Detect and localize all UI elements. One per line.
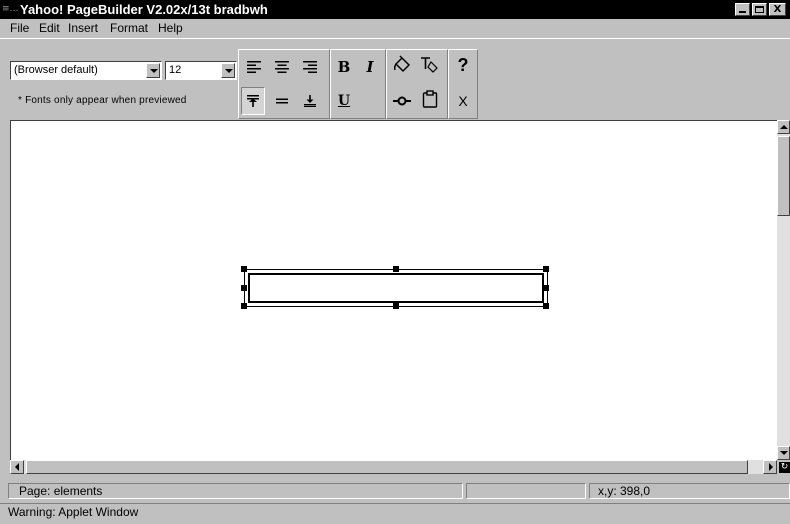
italic-button[interactable]: I	[359, 56, 381, 78]
menu-insert[interactable]: Insert	[68, 21, 98, 36]
resize-handle-top-left[interactable]	[241, 266, 247, 272]
title-bar[interactable]: ≡… Yahoo! PageBuilder V2.02x/13t bradbwh…	[0, 0, 790, 19]
resize-handle-top-right[interactable]	[543, 266, 549, 272]
align-top-button[interactable]	[242, 90, 264, 112]
scroll-down-button[interactable]	[777, 446, 790, 460]
text-style-group: B I U	[330, 49, 386, 119]
scroll-right-button[interactable]	[763, 460, 777, 474]
bold-button[interactable]: B	[333, 56, 355, 78]
paint-bucket-button[interactable]	[391, 54, 413, 76]
status-coordinates: x,y: 398,0	[589, 483, 790, 499]
horizontal-scroll-thumb[interactable]	[26, 460, 748, 474]
font-select-value: (Browser default)	[14, 64, 98, 76]
scroll-left-button[interactable]	[10, 460, 24, 474]
resize-handle-bottom-left[interactable]	[241, 303, 247, 309]
minimize-icon	[739, 11, 746, 13]
resize-handle-left[interactable]	[241, 285, 247, 291]
window-title: Yahoo! PageBuilder V2.02x/13t bradbwh	[20, 2, 268, 17]
status-page: Page: elements	[8, 483, 463, 499]
alignment-group	[238, 49, 330, 119]
align-middle-button[interactable]	[271, 90, 293, 112]
applet-warning: Warning: Applet Window	[0, 503, 790, 524]
vertical-scroll-thumb[interactable]	[777, 136, 790, 216]
minimize-button[interactable]	[735, 3, 750, 16]
close-toolbar-button[interactable]: X	[452, 90, 474, 112]
resize-handle-top[interactable]	[393, 266, 399, 272]
status-bar: Page: elements x,y: 398,0	[0, 482, 790, 500]
align-right-icon	[303, 61, 317, 73]
help-button[interactable]: ?	[452, 54, 474, 76]
chevron-down-icon[interactable]	[221, 63, 235, 78]
status-middle	[466, 483, 586, 499]
resize-handle-bottom-right[interactable]	[543, 303, 549, 309]
maximize-icon	[755, 6, 764, 13]
clipboard-icon	[422, 90, 438, 108]
align-bottom-button[interactable]	[299, 90, 321, 112]
applet-window-icon: ≡…	[2, 4, 19, 14]
menu-bar: File Edit Insert Format Help	[0, 19, 790, 38]
text-color-button[interactable]	[419, 54, 441, 76]
align-left-icon	[247, 61, 261, 73]
align-middle-icon	[276, 98, 288, 104]
paste-button[interactable]	[419, 88, 441, 110]
horizontal-scrollbar[interactable]	[10, 460, 777, 474]
text-element-field[interactable]	[248, 273, 544, 303]
font-size-value: 12	[169, 64, 182, 76]
font-size-select[interactable]: 12	[165, 61, 237, 80]
selected-text-element[interactable]	[244, 269, 548, 307]
close-button[interactable]: X	[769, 3, 786, 16]
pagebuilder-window: ≡… Yahoo! PageBuilder V2.02x/13t bradbwh…	[0, 0, 790, 524]
resize-handle-bottom[interactable]	[393, 303, 399, 309]
resize-grip-icon[interactable]: ↻	[779, 462, 790, 473]
vertical-scrollbar[interactable]	[777, 120, 790, 460]
text-color-icon	[421, 57, 438, 73]
paint-bucket-icon	[393, 55, 411, 73]
align-center-icon	[275, 61, 289, 73]
menu-format[interactable]: Format	[110, 21, 148, 36]
maximize-button[interactable]	[752, 3, 767, 16]
menu-help[interactable]: Help	[158, 21, 183, 36]
underline-button[interactable]: U	[333, 90, 355, 112]
resize-handle-right[interactable]	[543, 285, 549, 291]
tools-group	[386, 49, 448, 119]
link-button[interactable]	[391, 90, 413, 112]
font-select[interactable]: (Browser default)	[10, 61, 162, 80]
menu-file[interactable]: File	[10, 21, 29, 36]
menu-edit[interactable]: Edit	[39, 21, 60, 36]
chevron-down-icon[interactable]	[146, 63, 160, 78]
page-canvas[interactable]	[10, 120, 777, 460]
align-top-icon	[247, 95, 259, 107]
link-icon	[393, 96, 411, 106]
help-group: ? X	[448, 49, 478, 119]
fonts-hint: * Fonts only appear when previewed	[18, 95, 187, 106]
toolbar: (Browser default) 12 * Fonts only appear…	[0, 38, 790, 120]
scrollbar-corner: ↻	[777, 460, 790, 474]
align-bottom-icon	[304, 95, 316, 107]
align-center-button[interactable]	[271, 56, 293, 78]
align-left-button[interactable]	[243, 56, 265, 78]
align-right-button[interactable]	[299, 56, 321, 78]
scroll-up-button[interactable]	[777, 120, 790, 134]
